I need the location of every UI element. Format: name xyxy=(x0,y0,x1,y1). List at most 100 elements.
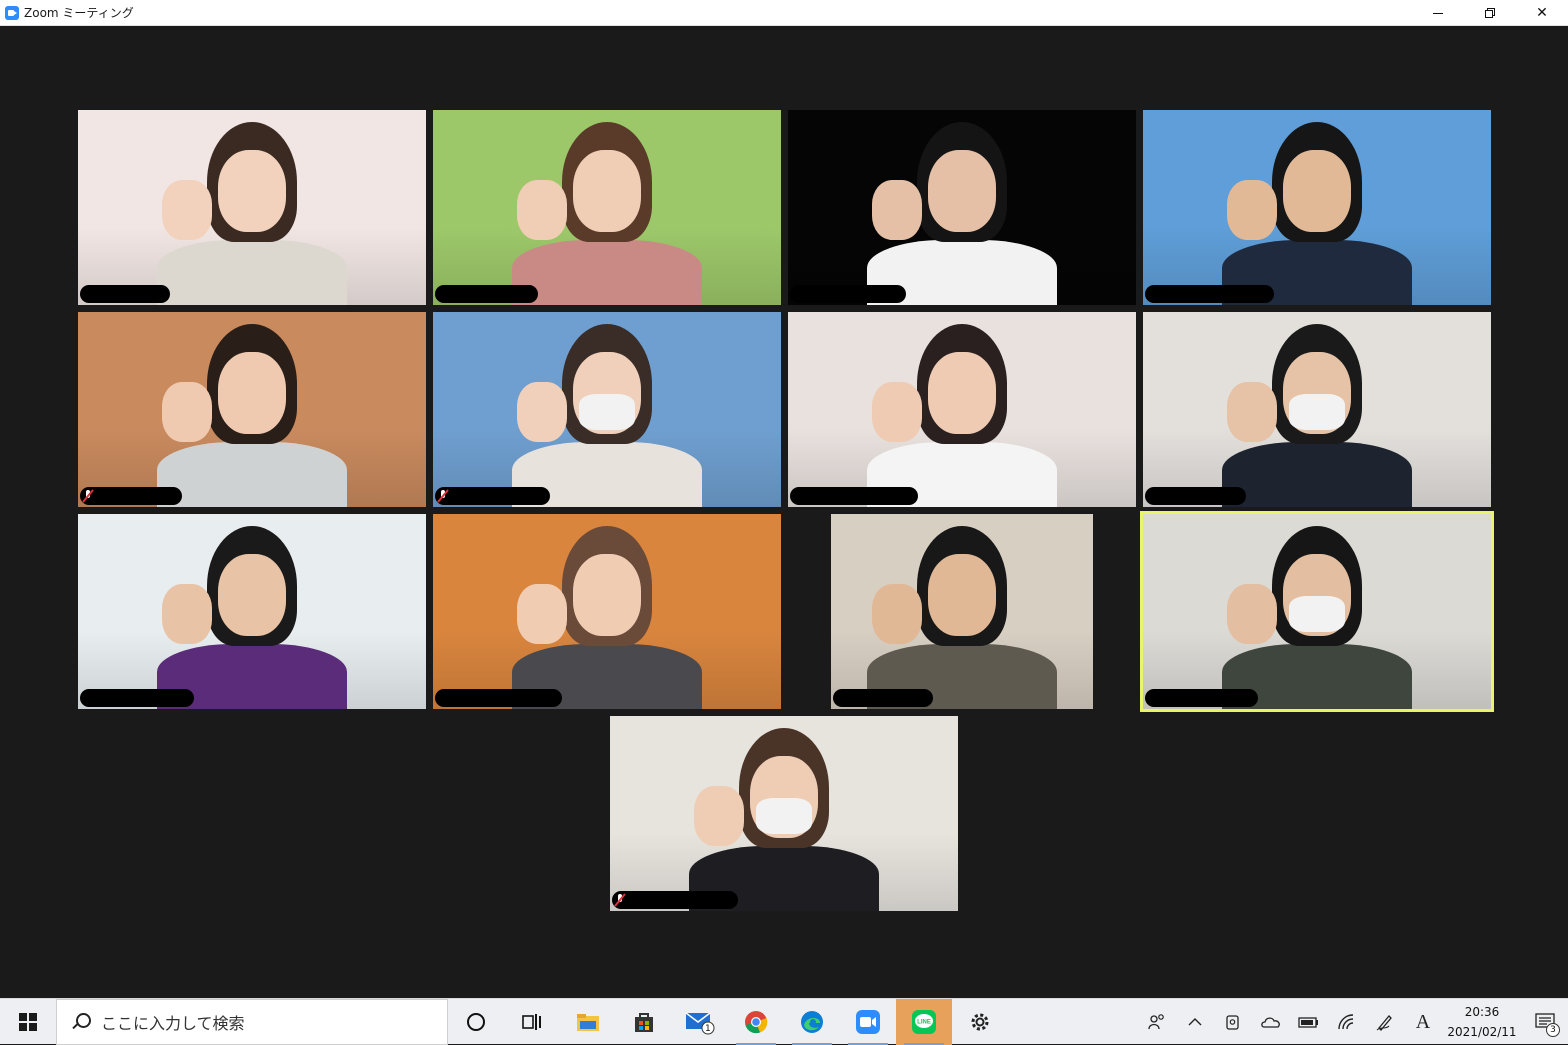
participant-name-redacted xyxy=(80,689,194,707)
show-hidden-icons-button[interactable] xyxy=(1176,999,1214,1045)
wifi-icon xyxy=(1338,1014,1354,1030)
notification-badge: 3 xyxy=(1546,1023,1560,1037)
edge-icon xyxy=(801,1010,823,1033)
settings-icon xyxy=(971,1013,989,1030)
file-explorer-icon xyxy=(577,1013,599,1031)
pen-workspace-button[interactable] xyxy=(1366,999,1404,1045)
edge-button[interactable] xyxy=(784,999,840,1045)
action-center-button[interactable]: 3 xyxy=(1522,999,1568,1045)
participant-figure xyxy=(78,514,426,709)
participant-name-redacted xyxy=(1145,689,1258,707)
clock-date: 2021/02/11 xyxy=(1447,1025,1517,1039)
video-gallery xyxy=(0,26,1568,998)
participant-video-tile[interactable] xyxy=(433,110,781,305)
participant-figure xyxy=(788,110,1136,305)
clock[interactable]: 20:36 2021/02/11 xyxy=(1442,1002,1522,1042)
participant-name-redacted xyxy=(80,487,182,505)
people-button[interactable] xyxy=(1138,999,1176,1045)
microphone-muted-icon xyxy=(82,489,94,503)
participant-name-redacted xyxy=(612,891,738,909)
participant-video-tile[interactable] xyxy=(78,312,426,507)
microphone-muted-icon xyxy=(614,893,626,907)
minimize-icon xyxy=(1433,12,1443,14)
meet-now-button[interactable] xyxy=(1214,999,1252,1045)
clock-time: 20:36 xyxy=(1464,1005,1500,1019)
mail-button[interactable]: 1 xyxy=(672,999,728,1045)
onedrive-button[interactable] xyxy=(1252,999,1290,1045)
participant-name-redacted xyxy=(435,689,562,707)
task-view-button[interactable] xyxy=(504,999,560,1045)
participant-figure xyxy=(78,312,426,507)
line-button[interactable]: LINE xyxy=(896,998,952,1045)
network-button[interactable] xyxy=(1328,999,1366,1045)
title-bar: Zoom ミーティング ✕ xyxy=(0,0,1568,26)
chrome-icon xyxy=(745,1010,768,1033)
participant-name-redacted xyxy=(790,285,906,303)
chrome-button[interactable] xyxy=(728,999,784,1045)
window-title: Zoom ミーティング xyxy=(24,6,134,20)
participant-video-tile[interactable] xyxy=(78,514,426,709)
cortana-icon xyxy=(467,1012,485,1031)
participant-figure xyxy=(610,716,958,911)
participant-video-tile[interactable] xyxy=(433,312,781,507)
participant-video-tile[interactable] xyxy=(788,312,1136,507)
participant-name-redacted xyxy=(833,689,933,707)
participant-name-redacted xyxy=(1145,285,1274,303)
restore-button[interactable] xyxy=(1464,0,1516,26)
participant-figure xyxy=(433,514,781,709)
file-explorer-button[interactable] xyxy=(560,999,616,1045)
minimize-button[interactable] xyxy=(1412,0,1464,26)
mail-badge: 1 xyxy=(705,1023,711,1034)
participant-name-redacted xyxy=(435,487,550,505)
zoom-icon xyxy=(856,1009,880,1034)
people-icon xyxy=(1148,1014,1164,1030)
participant-name-redacted xyxy=(435,285,538,303)
participant-figure xyxy=(788,312,1136,507)
participant-figure xyxy=(1143,110,1491,305)
store-icon xyxy=(635,1012,653,1032)
participant-name-redacted xyxy=(1145,487,1246,505)
line-icon: LINE xyxy=(912,1009,936,1034)
participant-figure xyxy=(433,110,781,305)
ime-indicator[interactable]: A xyxy=(1404,999,1442,1045)
participant-video-tile[interactable] xyxy=(433,514,781,709)
zoom-taskbar-button[interactable] xyxy=(840,999,896,1045)
participant-figure xyxy=(433,312,781,507)
participant-video-tile[interactable] xyxy=(1140,511,1494,712)
meet-now-icon xyxy=(1226,1015,1239,1030)
battery-button[interactable] xyxy=(1290,999,1328,1045)
close-button[interactable]: ✕ xyxy=(1516,0,1568,26)
line-icon-label: LINE xyxy=(917,1019,931,1025)
search-icon xyxy=(71,1012,91,1031)
chevron-up-icon xyxy=(1188,1018,1202,1026)
restore-icon xyxy=(1485,8,1495,18)
onedrive-icon xyxy=(1261,1017,1280,1028)
participant-video-tile[interactable] xyxy=(788,110,1136,305)
battery-icon xyxy=(1298,1017,1318,1028)
participant-video-tile[interactable] xyxy=(831,514,1093,709)
participant-name-redacted xyxy=(80,285,170,303)
participant-name-redacted xyxy=(790,487,918,505)
cortana-button[interactable] xyxy=(448,999,504,1045)
participant-figure xyxy=(1143,312,1491,507)
windows-logo-icon xyxy=(19,1012,37,1031)
start-button[interactable] xyxy=(0,999,56,1045)
window-controls: ✕ xyxy=(1412,0,1568,26)
participant-video-tile[interactable] xyxy=(610,716,958,911)
close-icon: ✕ xyxy=(1536,5,1548,21)
search-placeholder: ここに入力して検索 xyxy=(101,1013,245,1033)
participant-figure xyxy=(78,110,426,305)
task-view-icon xyxy=(522,1013,541,1030)
settings-button[interactable] xyxy=(952,999,1008,1045)
zoom-app-icon xyxy=(5,5,19,20)
participant-video-tile[interactable] xyxy=(78,110,426,305)
system-tray: A 20:36 2021/02/11 3 xyxy=(1138,999,1568,1045)
participant-video-tile[interactable] xyxy=(1143,312,1491,507)
taskbar-search[interactable]: ここに入力して検索 xyxy=(56,998,448,1045)
store-button[interactable] xyxy=(616,999,672,1045)
pen-icon xyxy=(1376,1015,1392,1031)
taskbar: ここに入力して検索 1 LINE A 20:36 2021/02/11 3 xyxy=(0,998,1568,1045)
participant-figure xyxy=(831,514,1093,709)
participant-figure xyxy=(1143,514,1491,709)
participant-video-tile[interactable] xyxy=(1143,110,1491,305)
